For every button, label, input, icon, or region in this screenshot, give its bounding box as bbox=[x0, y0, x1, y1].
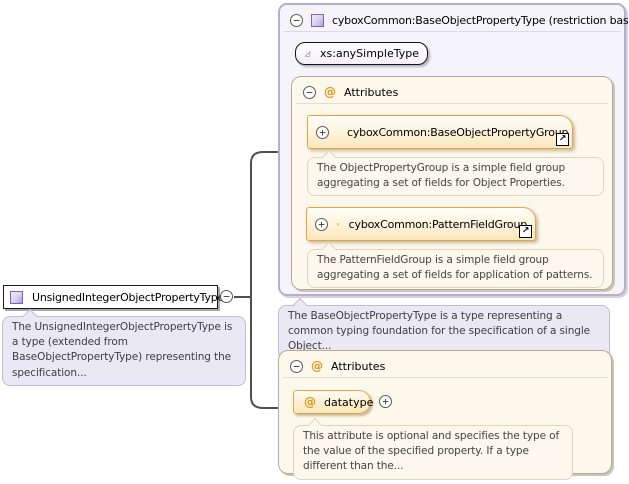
link-icon[interactable]: ↗ bbox=[556, 133, 569, 146]
tooltip-text: The BaseObjectPropertyType is a type rep… bbox=[288, 310, 591, 353]
at-icon: @ bbox=[324, 85, 336, 99]
attribute-group-ref[interactable]: + cyboxCommon:BaseObjectPropertyGroup ↗ bbox=[307, 115, 573, 149]
expand-toggle-icon[interactable]: + bbox=[316, 125, 329, 139]
attribute-name: datatype bbox=[324, 395, 374, 409]
attribute-description-tooltip: This attribute is optional and specifies… bbox=[293, 417, 573, 480]
element-box[interactable]: UnsignedIntegerObjectPropertyType bbox=[3, 285, 224, 309]
attribute-item[interactable]: @ datatype bbox=[293, 390, 374, 414]
attribute-group-icon bbox=[337, 222, 340, 226]
element-description-tooltip: The UnsignedIntegerObjectPropertyType is… bbox=[2, 308, 246, 386]
attributes-section: − @ Attributes + cyboxCommon:BaseObjectP… bbox=[291, 76, 613, 290]
simple-type-triangle-icon bbox=[304, 50, 311, 57]
collapse-toggle-icon[interactable]: − bbox=[303, 85, 316, 99]
tooltip-text: The ObjectPropertyGroup is a simple fiel… bbox=[317, 162, 566, 190]
attributes-label: Attributes bbox=[344, 85, 399, 99]
complex-type-icon bbox=[311, 13, 324, 27]
expand-toggle-icon[interactable]: + bbox=[379, 395, 392, 408]
base-type-panel: − cyboxCommon:BaseObjectPropertyType (re… bbox=[278, 3, 629, 296]
collapse-toggle-icon[interactable]: − bbox=[290, 13, 303, 27]
collapse-toggle-icon[interactable]: − bbox=[220, 290, 233, 303]
tooltip-text: The UnsignedIntegerObjectPropertyType is… bbox=[12, 321, 233, 379]
at-icon: @ bbox=[304, 395, 316, 409]
expand-toggle-icon[interactable]: + bbox=[315, 217, 328, 231]
group-description-tooltip: The PatternFieldGroup is a simple field … bbox=[307, 241, 604, 289]
element-name: UnsignedIntegerObjectPropertyType bbox=[32, 290, 225, 304]
group-description-tooltip: The ObjectPropertyGroup is a simple fiel… bbox=[307, 149, 604, 197]
tooltip-text: This attribute is optional and specifies… bbox=[303, 430, 560, 473]
base-panel-header: − cyboxCommon:BaseObjectPropertyType (re… bbox=[283, 5, 629, 32]
at-icon: @ bbox=[311, 359, 323, 373]
link-icon[interactable]: ↗ bbox=[519, 225, 532, 238]
attributes-header: − @ Attributes bbox=[296, 77, 608, 104]
group-name: cyboxCommon:BaseObjectPropertyGroup bbox=[347, 125, 569, 139]
schema-diagram: UnsignedIntegerObjectPropertyType − The … bbox=[0, 0, 629, 484]
attributes-label: Attributes bbox=[331, 359, 386, 373]
attribute-group-ref[interactable]: + cyboxCommon:PatternFieldGroup ↗ bbox=[306, 207, 536, 241]
group-name: cyboxCommon:PatternFieldGroup bbox=[348, 217, 528, 231]
tooltip-text: The PatternFieldGroup is a simple field … bbox=[317, 254, 593, 282]
simple-type-name: xs:anySimpleType bbox=[320, 47, 419, 60]
attributes-header: − @ Attributes bbox=[283, 351, 607, 378]
attributes-panel: − @ Attributes @ datatype + This attribu… bbox=[278, 350, 612, 480]
base-type-title: cyboxCommon:BaseObjectPropertyType (rest… bbox=[332, 13, 629, 27]
simple-type-badge[interactable]: xs:anySimpleType bbox=[295, 42, 428, 65]
complex-type-icon bbox=[10, 290, 23, 304]
collapse-toggle-icon[interactable]: − bbox=[290, 359, 303, 373]
